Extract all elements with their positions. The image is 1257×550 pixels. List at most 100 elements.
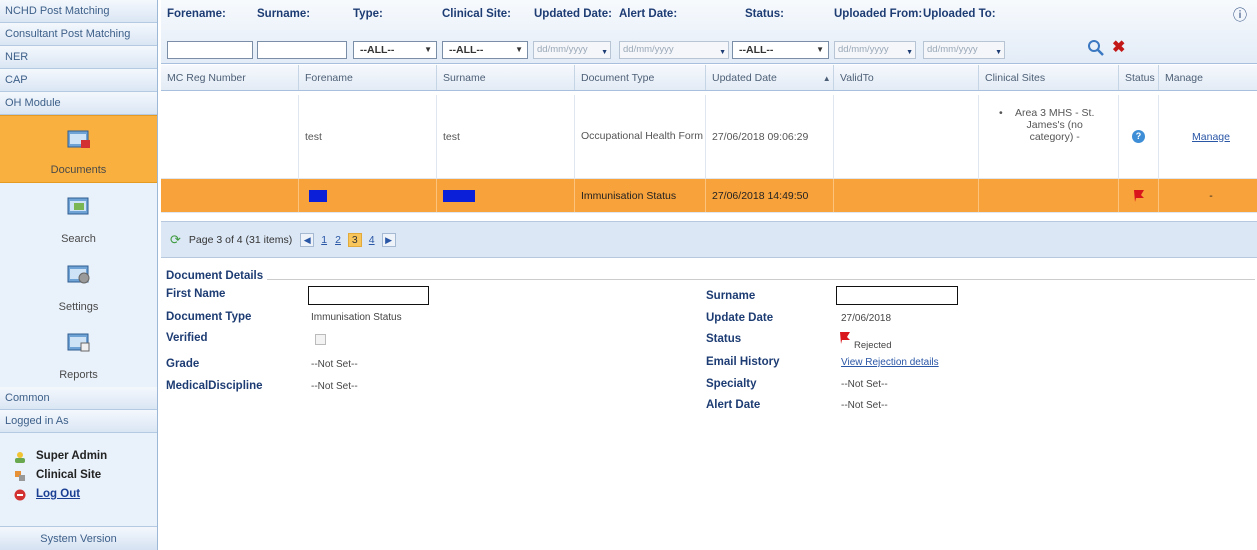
documents-grid: MC Reg Number Forename Surname Document … <box>161 65 1257 258</box>
uploaded-from-input[interactable]: dd/mm/yyyy ▼ <box>834 41 916 59</box>
col-mc-reg-number[interactable]: MC Reg Number <box>161 65 299 90</box>
uploaded-from-placeholder: dd/mm/yyyy <box>838 44 889 55</box>
alert-date-input[interactable]: dd/mm/yyyy ▼ <box>619 41 729 59</box>
col-status[interactable]: Status <box>1119 65 1159 90</box>
sidebar-section-ner[interactable]: NER <box>0 46 157 69</box>
col-surname[interactable]: Surname <box>437 65 575 90</box>
type-select-value: --ALL-- <box>360 44 395 56</box>
calendar-icon[interactable]: ▼ <box>906 45 913 61</box>
clinical-site-select[interactable]: --ALL-- ▼ <box>442 41 528 59</box>
col-clinical-sites[interactable]: Clinical Sites <box>979 65 1119 90</box>
sidebar-section-cap[interactable]: CAP <box>0 69 157 92</box>
document-details: Document Details First Name Document Typ… <box>161 270 1257 550</box>
logout-icon <box>14 489 26 500</box>
sidebar-section-common[interactable]: Common <box>0 387 157 410</box>
logout-row: Log Out <box>14 485 157 504</box>
update-date-value: 27/06/2018 <box>841 313 892 324</box>
next-page-button[interactable]: ▶ <box>381 232 396 247</box>
clear-filter-icon[interactable]: ✖ <box>1112 37 1125 57</box>
document-type-label: Document Type <box>166 311 252 323</box>
user-role-row: Super Admin <box>14 447 157 466</box>
pager: ⟳ Page 3 of 4 (31 items) ◀ 1 2 3 4 ▶ <box>161 221 1257 257</box>
view-rejection-details-link[interactable]: View Rejection details <box>841 357 939 368</box>
cell-sites: • Area 3 MHS - St. James's (no category) … <box>979 95 1119 178</box>
surname-input[interactable] <box>257 41 347 59</box>
info-icon[interactable]: ⓘ <box>1233 5 1247 25</box>
page-4-link[interactable]: 4 <box>369 234 375 246</box>
calendar-icon[interactable]: ▼ <box>995 45 1002 61</box>
sidebar-item-label: Search <box>61 233 96 245</box>
chevron-down-icon: ▼ <box>816 45 824 54</box>
system-version[interactable]: System Version <box>0 526 157 550</box>
col-valid-to[interactable]: ValidTo <box>834 65 979 90</box>
settings-module-icon <box>67 265 90 284</box>
forename-label: Forename: <box>167 8 226 20</box>
search-module-icon <box>67 197 89 215</box>
sidebar-item-reports[interactable]: Reports <box>0 319 157 387</box>
sidebar-section-logged-in-as[interactable]: Logged in As <box>0 410 157 433</box>
sidebar-item-settings[interactable]: Settings <box>0 251 157 319</box>
cell-forename <box>299 179 437 212</box>
cell-forename: test <box>299 95 437 178</box>
medical-discipline-value: --Not Set-- <box>311 381 358 392</box>
site-list-item: Area 3 MHS - St. James's (no category) - <box>1015 107 1095 143</box>
chevron-down-icon: ▼ <box>515 45 523 54</box>
rejected-flag-icon <box>840 332 850 344</box>
sidebar-section-consultant-post-matching[interactable]: Consultant Post Matching <box>0 23 157 46</box>
calendar-icon[interactable]: ▼ <box>601 45 608 61</box>
col-manage[interactable]: Manage <box>1159 65 1257 90</box>
logged-in-panel: Super Admin Clinical Site Log Out <box>0 433 157 541</box>
status-select[interactable]: --ALL-- ▼ <box>732 41 829 59</box>
col-updated-date[interactable]: Updated Date ▲ <box>706 65 834 90</box>
first-name-value-redacted <box>308 286 429 305</box>
forename-input[interactable] <box>167 41 253 59</box>
verified-checkbox <box>315 334 326 345</box>
type-label: Type: <box>353 8 383 20</box>
sidebar-section-oh-module[interactable]: OH Module <box>0 92 157 115</box>
cell-doc-type: Occupational Health Form <box>575 95 706 178</box>
redacted-forename <box>309 189 327 202</box>
details-divider <box>251 279 1255 280</box>
manage-link[interactable]: Manage <box>1192 131 1230 143</box>
search-icon[interactable] <box>1087 39 1105 57</box>
uploaded-from-label: Uploaded From: <box>834 8 923 20</box>
alert-date-value: --Not Set-- <box>841 400 888 411</box>
prev-page-button[interactable]: ◀ <box>300 232 315 247</box>
refresh-icon[interactable]: ⟳ <box>170 232 181 248</box>
table-row[interactable]: Immunisation Status 27/06/2018 14:49:50 … <box>161 179 1257 213</box>
cell-valid-to <box>834 179 979 212</box>
chevron-down-icon: ▼ <box>424 45 432 54</box>
info-status-icon: ? <box>1132 130 1145 143</box>
page-current: 3 <box>347 232 362 247</box>
sidebar-section-nchd-post-matching[interactable]: NCHD Post Matching <box>0 0 157 23</box>
specialty-value: --Not Set-- <box>841 379 888 390</box>
surname-value-redacted <box>836 286 958 305</box>
page-1-link[interactable]: 1 <box>321 234 327 246</box>
cell-reg <box>161 179 299 212</box>
alert-date-placeholder: dd/mm/yyyy <box>623 44 674 55</box>
pager-summary: Page 3 of 4 (31 items) <box>188 233 293 246</box>
cell-reg <box>161 95 299 178</box>
sidebar-item-label: Reports <box>59 369 98 381</box>
uploaded-to-label: Uploaded To: <box>923 8 996 20</box>
sidebar-item-search[interactable]: Search <box>0 183 157 251</box>
cell-updated: 27/06/2018 14:49:50 <box>706 179 834 212</box>
logout-link[interactable]: Log Out <box>36 485 80 504</box>
type-select[interactable]: --ALL-- ▼ <box>353 41 437 59</box>
sidebar: NCHD Post Matching Consultant Post Match… <box>0 0 158 550</box>
cell-status: ? <box>1119 95 1159 178</box>
col-document-type[interactable]: Document Type <box>575 65 706 90</box>
grid-header: MC Reg Number Forename Surname Document … <box>161 65 1257 91</box>
col-forename[interactable]: Forename <box>299 65 437 90</box>
uploaded-to-input[interactable]: dd/mm/yyyy ▼ <box>923 41 1005 59</box>
table-row[interactable]: test test Occupational Health Form 27/06… <box>161 95 1257 179</box>
updated-date-input[interactable]: dd/mm/yyyy ▼ <box>533 41 611 59</box>
cell-sites <box>979 179 1119 212</box>
redacted-surname <box>443 189 475 202</box>
specialty-label: Specialty <box>706 378 757 390</box>
reports-module-icon <box>67 333 90 352</box>
page-2-link[interactable]: 2 <box>335 234 341 246</box>
filter-bar: Forename: Surname: Type: Clinical Site: … <box>161 0 1257 64</box>
sidebar-item-documents[interactable]: Documents <box>0 115 157 183</box>
calendar-icon[interactable]: ▼ <box>719 45 726 61</box>
